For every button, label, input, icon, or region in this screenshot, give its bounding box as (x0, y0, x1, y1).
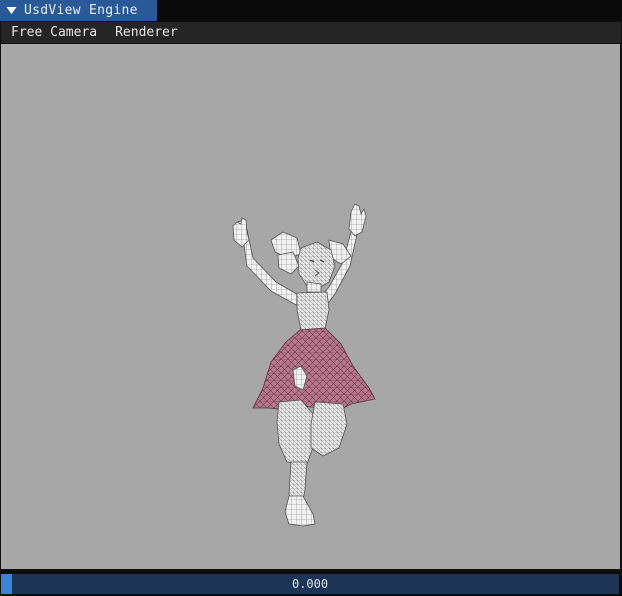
viewport-canvas (232, 203, 376, 527)
menu-free-camera[interactable]: Free Camera (1, 25, 106, 40)
character-model (232, 203, 376, 527)
current-time-value: 0.000 (291, 577, 329, 591)
window-title: UsdView Engine (24, 3, 138, 18)
usdview-window: UsdView Engine Free Camera Renderer 0.00… (0, 0, 622, 596)
window-title-tab[interactable]: UsdView Engine (0, 0, 157, 21)
time-slider[interactable]: 0.000 (1, 574, 619, 594)
menu-renderer[interactable]: Renderer (106, 25, 187, 40)
menu-bar: Free Camera Renderer (1, 22, 621, 43)
title-bar: UsdView Engine (0, 0, 622, 21)
3d-viewport[interactable] (1, 44, 620, 569)
timeline-bar: 0.000 (0, 571, 622, 596)
collapse-arrow-icon[interactable] (0, 0, 22, 21)
